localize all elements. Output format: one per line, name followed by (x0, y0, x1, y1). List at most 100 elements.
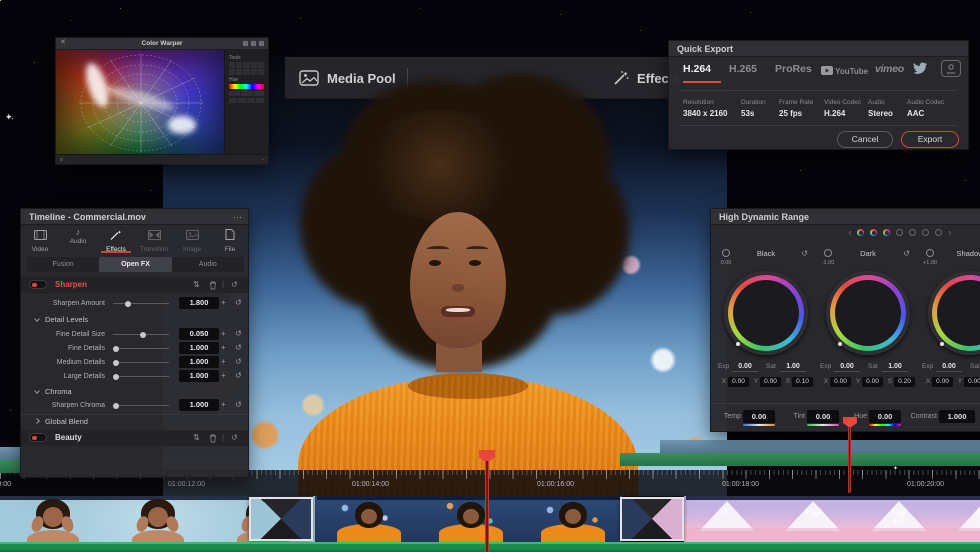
keyframe-icon[interactable]: + (221, 356, 226, 368)
tint-value[interactable]: 0.00 (807, 410, 839, 423)
device-export-icon[interactable] (941, 60, 961, 77)
reset-icon[interactable]: ↺ (903, 249, 910, 258)
keyframe-icon[interactable]: + (221, 399, 226, 411)
cross-dissolve-transition[interactable] (620, 497, 684, 541)
audio-track-strip[interactable] (0, 460, 20, 473)
fuji-watermark: Fuji EX (856, 508, 942, 526)
cross-dissolve-transition[interactable] (249, 497, 313, 541)
medium-details-value[interactable]: 1.000 (179, 356, 219, 368)
y-value[interactable]: 0.00 (964, 377, 980, 387)
reset-icon[interactable]: ↺ (235, 370, 242, 382)
exp-value[interactable]: 0.00 (732, 361, 758, 372)
chroma-section[interactable]: Chroma (21, 385, 248, 398)
shadow-color-wheel[interactable] (928, 271, 980, 355)
tab-vimeo[interactable]: vimeo (875, 63, 904, 75)
prev-zone-arrow[interactable]: ‹ (849, 229, 852, 236)
fine-detail-size-value[interactable]: 0.050 (179, 328, 219, 340)
temp-value[interactable]: 0.00 (743, 410, 775, 423)
warper-controls[interactable] (229, 91, 264, 96)
tab-h265[interactable]: H.265 (729, 63, 757, 75)
y-value[interactable]: 0.00 (862, 377, 883, 387)
keyframe-icon[interactable]: + (221, 370, 226, 382)
panel-option-icons[interactable] (243, 41, 264, 46)
s-value[interactable]: 0.10 (792, 377, 813, 387)
playhead-line[interactable] (485, 461, 489, 552)
reset-icon[interactable]: ↺ (801, 249, 808, 258)
subtab-fusion[interactable]: Fusion (27, 257, 99, 272)
video-track-strip[interactable] (0, 447, 20, 460)
chevron-down-icon (34, 388, 40, 394)
contrast-value[interactable]: 1.000 (939, 410, 975, 423)
secondary-playhead-line[interactable] (848, 427, 851, 493)
sharpen-chroma-value[interactable]: 1.000 (179, 399, 219, 411)
sharpen-amount-slider[interactable] (113, 303, 169, 304)
sat-value[interactable]: 1.00 (882, 361, 908, 372)
keyframe-icon[interactable]: + (221, 342, 226, 354)
reset-icon[interactable]: ↺ (231, 430, 238, 446)
keyframe-icon[interactable]: + (221, 328, 226, 340)
exp-value[interactable]: 0.00 (834, 361, 860, 372)
warper-controls[interactable] (229, 98, 264, 103)
x-value[interactable]: 0.00 (728, 377, 749, 387)
video-track-strip[interactable] (660, 440, 980, 453)
tab-twitter[interactable] (913, 62, 928, 74)
large-details-value[interactable]: 1.000 (179, 370, 219, 382)
audio-track-strip[interactable] (620, 453, 980, 466)
reset-icon[interactable]: ↺ (235, 297, 242, 309)
x-value[interactable]: 0.00 (830, 377, 851, 387)
hdr-zone-dots[interactable]: ‹ › (849, 229, 951, 236)
black-color-wheel[interactable] (724, 271, 808, 355)
clip-fuji[interactable]: F Fuji Fuji EX Fuji EX (684, 496, 980, 542)
sharpen-chroma-slider[interactable] (113, 405, 169, 406)
detail-levels-section[interactable]: Detail Levels (21, 313, 248, 326)
subtab-openfx[interactable]: Open FX (99, 257, 171, 272)
reset-icon[interactable]: ↺ (235, 328, 242, 340)
global-blend-section[interactable]: Global Blend (21, 414, 248, 427)
y-value[interactable]: 0.00 (760, 377, 781, 387)
reorder-icon[interactable]: ⇅ (193, 277, 200, 293)
tab-prores[interactable]: ProRes (775, 63, 812, 75)
audio-track-bar[interactable] (0, 542, 980, 552)
panel-menu-icon[interactable]: ⋯ (233, 209, 242, 225)
fine-details-slider[interactable] (113, 348, 169, 349)
sharpen-amount-value[interactable]: 1.800 (179, 297, 219, 309)
trash-icon[interactable] (209, 434, 217, 444)
warper-tool-grid[interactable] (229, 62, 264, 75)
reset-icon[interactable]: ↺ (235, 342, 242, 354)
dark-color-wheel[interactable] (826, 271, 910, 355)
video-track[interactable]: F Fuji Fuji EX Fuji EX (0, 496, 980, 542)
sat-value[interactable]: 1.00 (780, 361, 806, 372)
tab-h264[interactable]: H.264 (683, 63, 711, 75)
clip-orange-sweater[interactable] (315, 496, 622, 542)
reset-icon[interactable]: ↺ (235, 356, 242, 368)
tab-effects[interactable]: Effects (97, 227, 135, 253)
tab-audio[interactable]: ♪ Audio (59, 227, 97, 245)
tab-file[interactable]: File (211, 227, 249, 253)
trash-icon[interactable] (209, 281, 217, 291)
medium-details-slider[interactable] (113, 362, 169, 363)
sharpen-enable-toggle[interactable] (29, 280, 47, 289)
hue-value[interactable]: 0.00 (869, 410, 901, 423)
reorder-icon[interactable]: ⇅ (193, 430, 200, 446)
subtab-audio[interactable]: Audio (172, 257, 244, 272)
beauty-enable-toggle[interactable] (29, 433, 47, 442)
next-zone-arrow[interactable]: › (948, 229, 951, 236)
color-warper-canvas[interactable] (56, 50, 226, 156)
reset-icon[interactable]: ↺ (231, 277, 238, 293)
export-button[interactable]: Export (901, 131, 959, 148)
exp-value[interactable]: 0.00 (936, 361, 962, 372)
tab-video[interactable]: Video (21, 227, 59, 253)
x-value[interactable]: 0.00 (932, 377, 953, 387)
reset-icon[interactable]: ↺ (235, 399, 242, 411)
fine-details-value[interactable]: 1.000 (179, 342, 219, 354)
tab-image[interactable]: Image (173, 227, 211, 253)
hue-gradient-strip[interactable] (229, 84, 264, 89)
keyframe-icon[interactable]: + (221, 297, 226, 309)
fine-detail-size-slider[interactable] (113, 334, 169, 335)
tab-transition[interactable]: Transition (135, 227, 173, 253)
tab-youtube[interactable]: YouTube (821, 66, 868, 76)
cancel-button[interactable]: Cancel (837, 131, 893, 148)
large-details-slider[interactable] (113, 376, 169, 377)
close-icon[interactable]: ✕ (60, 38, 66, 46)
s-value[interactable]: 0.20 (894, 377, 915, 387)
